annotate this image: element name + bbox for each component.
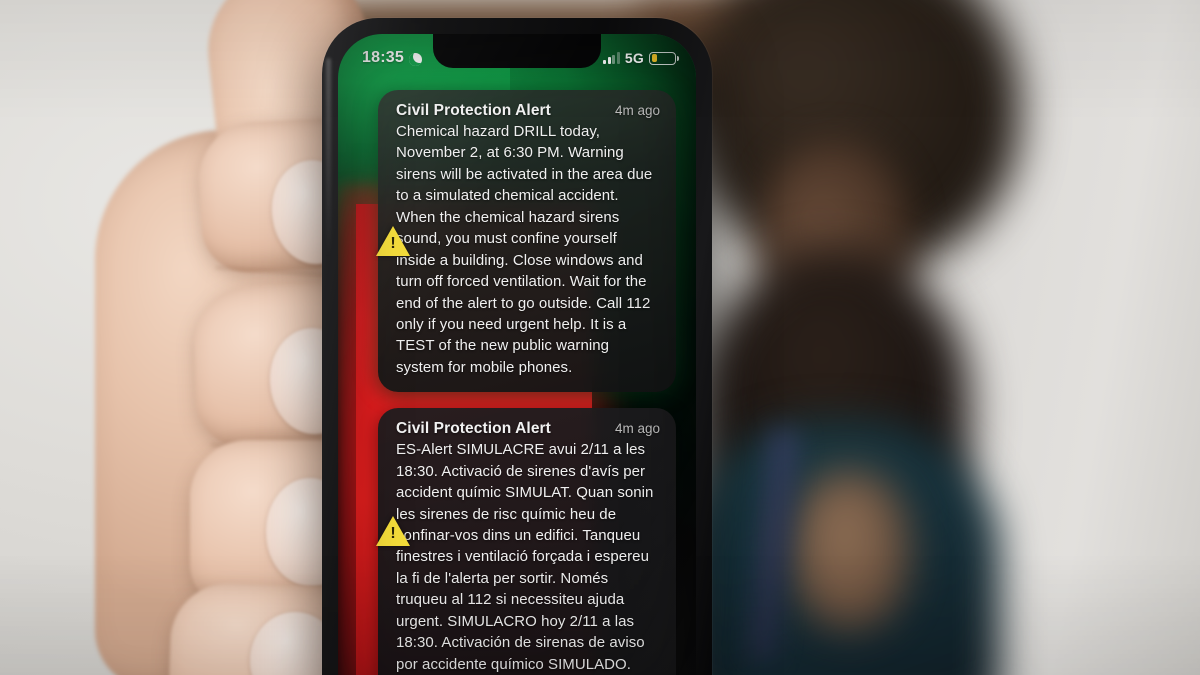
notification-app-title: Civil Protection Alert <box>396 420 551 438</box>
warning-triangle-icon <box>376 516 410 546</box>
notification-header: Civil Protection Alert 4m ago <box>396 420 660 438</box>
notification-app-title: Civil Protection Alert <box>396 102 551 119</box>
background-person-neck <box>790 470 910 630</box>
notification-card[interactable]: Civil Protection Alert 4m ago Chemical h… <box>378 90 676 393</box>
notification-body: ES-Alert SIMULACRE avui 2/11 a les 18:30… <box>396 441 654 673</box>
notification-timestamp: 4m ago <box>614 421 660 437</box>
notification-card[interactable]: Civil Protection Alert 4m ago ES-Alert S… <box>378 408 676 675</box>
warning-triangle-icon <box>376 226 410 256</box>
crescent-moon-icon <box>408 52 422 66</box>
photo-scene: 18:35 5G Civil Protection Alert 4m ago <box>0 0 1200 675</box>
status-bar-left: 18:35 <box>362 49 422 67</box>
status-bar-right: 5G <box>603 50 680 66</box>
status-bar: 18:35 5G <box>338 34 696 74</box>
network-label: 5G <box>624 50 644 66</box>
status-bar-time: 18:35 <box>362 49 404 66</box>
battery-low-power-icon <box>649 51 680 65</box>
notification-timestamp: 4m ago <box>614 103 660 118</box>
phone-screen[interactable]: 18:35 5G Civil Protection Alert 4m ago <box>338 34 696 675</box>
cellular-bars-icon <box>603 52 620 64</box>
smartphone: 18:35 5G Civil Protection Alert 4m ago <box>322 18 712 675</box>
notification-body: Chemical hazard DRILL today, November 2,… <box>396 123 653 376</box>
phone-edge-highlight <box>326 58 331 258</box>
notification-header: Civil Protection Alert 4m ago <box>396 102 660 120</box>
notification-stack: Civil Protection Alert 4m ago Chemical h… <box>378 90 676 675</box>
